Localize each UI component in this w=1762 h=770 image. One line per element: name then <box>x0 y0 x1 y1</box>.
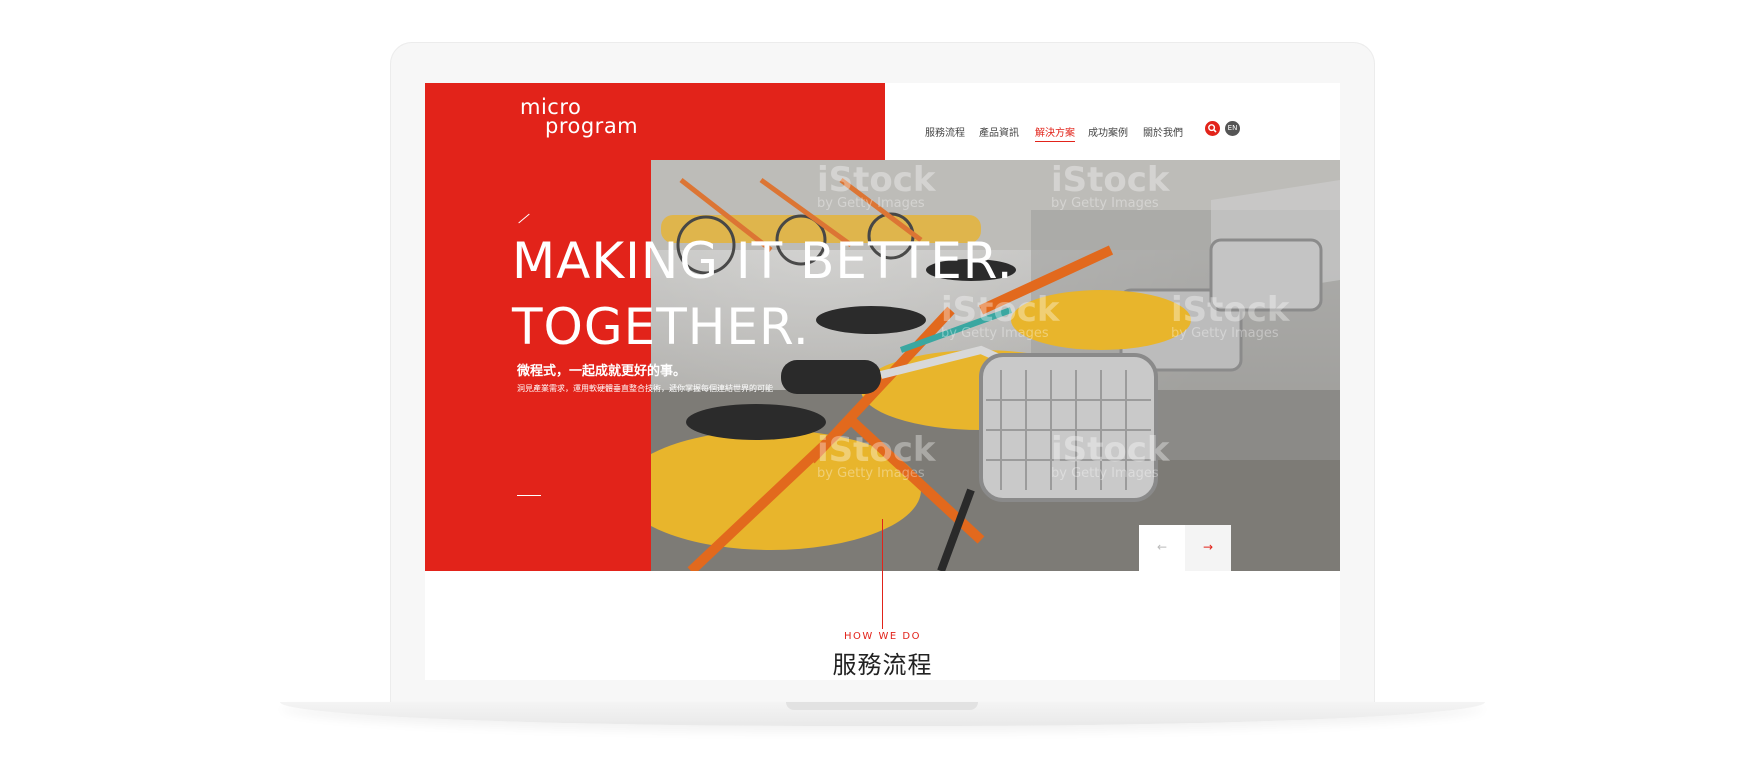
section-title: 服務流程 <box>832 651 933 679</box>
website-screen: iStock by Getty Images iStock by Getty Ima… <box>425 83 1340 680</box>
slider-prev-button[interactable]: ← <box>1139 525 1185 571</box>
search-button[interactable] <box>1205 121 1220 136</box>
hero-headline-line-2: TOGETHER. <box>512 298 810 356</box>
watermark-text: iStock by Getty Images <box>1051 430 1170 481</box>
nav-item-cases[interactable]: 成功案例 <box>1088 124 1128 139</box>
watermark-text: iStock by Getty Images <box>817 160 936 211</box>
hero-subtitle: 微程式，一起成就更好的事。 <box>517 364 687 379</box>
top-navbar <box>885 83 1340 160</box>
watermark-text: iStock by Getty Images <box>1051 160 1170 211</box>
watermark-text: iStock by Getty Images <box>817 430 936 481</box>
logo-line-2: program <box>545 114 639 138</box>
arrow-left-icon: ← <box>1156 540 1168 554</box>
language-switch-button[interactable]: EN <box>1225 121 1240 136</box>
nav-item-products[interactable]: 產品資訊 <box>979 124 1019 139</box>
bikes-illustration <box>651 160 1340 571</box>
section-connector-line <box>882 519 883 629</box>
nav-item-service-process[interactable]: 服務流程 <box>925 124 965 139</box>
laptop-notch <box>786 702 978 710</box>
slider-next-button[interactable]: → <box>1185 525 1231 571</box>
hero-bike-image: iStock by Getty Images iStock by Getty Ima… <box>651 160 1340 571</box>
hero-divider <box>517 495 541 496</box>
hero-headline: MAKING IT BETTER. TOGETHER. <box>512 228 1014 360</box>
hero-headline-line-1: MAKING IT BETTER. <box>512 232 1014 290</box>
arrow-right-icon: → <box>1202 540 1214 554</box>
nav-item-about[interactable]: 關於我們 <box>1143 124 1183 139</box>
nav-item-solutions[interactable]: 解決方案 <box>1035 124 1075 142</box>
micro-program-logo[interactable]: micro program <box>520 97 639 138</box>
hero-description: 洞見產業需求，運用軟硬體垂直整合技術，遞你掌握每個連結世界的可能 <box>517 384 773 393</box>
section-eyebrow: HOW WE DO <box>844 631 921 642</box>
search-icon <box>1208 124 1217 133</box>
watermark-text: iStock by Getty Images <box>1171 290 1290 341</box>
